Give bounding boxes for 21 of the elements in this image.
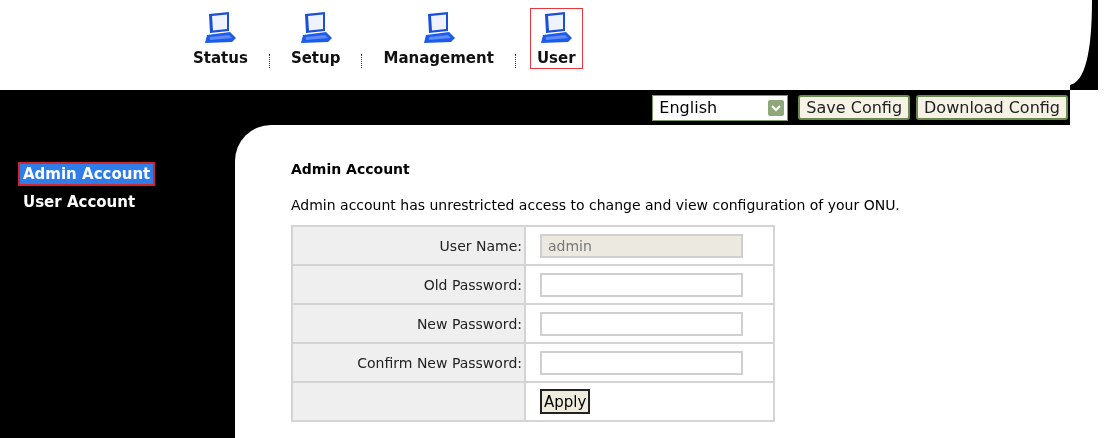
nav-tab[interactable]: Setup <box>283 8 348 69</box>
input-field[interactable] <box>540 350 743 375</box>
sidebar-item[interactable]: Admin Account <box>18 162 156 186</box>
field-label: New Password: <box>292 304 525 343</box>
field-label: Old Password: <box>292 265 525 304</box>
language-select[interactable]: English <box>652 94 789 121</box>
input-field[interactable] <box>540 272 743 297</box>
nav-tab[interactable]: Status <box>186 8 255 69</box>
nav-tab[interactable]: Management <box>376 8 501 69</box>
section-title: Admin Account <box>291 161 411 177</box>
field-label: User Name: <box>292 226 525 265</box>
nav-tab[interactable]: User <box>529 8 583 69</box>
laptop-icon <box>202 11 239 45</box>
sidebar-item[interactable]: User Account <box>18 190 141 214</box>
field-label: Confirm New Password: <box>292 343 525 382</box>
laptop-icon <box>538 11 575 45</box>
input-field[interactable] <box>540 311 743 336</box>
section-description: Admin account has unrestricted access to change and view configuration of your ONU. <box>291 197 901 213</box>
toolbar-button[interactable]: Download Config <box>916 95 1068 120</box>
toolbar-button[interactable]: Save Config <box>798 95 911 120</box>
apply-button[interactable]: Apply <box>540 389 591 414</box>
